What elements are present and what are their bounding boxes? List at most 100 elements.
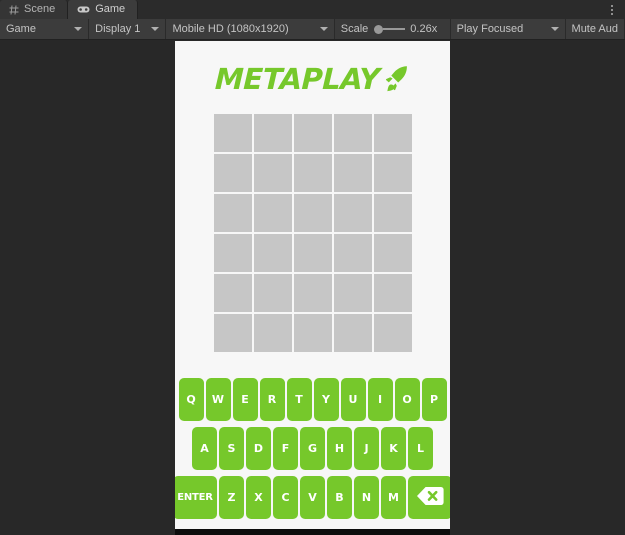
- key-label: G: [307, 442, 318, 455]
- grid-cell: [333, 194, 372, 232]
- keyboard-row: ASD F G H J K L: [192, 427, 433, 470]
- key-enter[interactable]: ENTER: [175, 476, 217, 519]
- key-label: O: [402, 393, 412, 406]
- grid-icon: [9, 4, 19, 15]
- metaplay-logo: METAPLAY: [175, 59, 450, 99]
- key-label: E: [241, 393, 249, 406]
- key-j[interactable]: J: [354, 427, 379, 470]
- key-f[interactable]: F: [273, 427, 298, 470]
- grid-cell: [333, 114, 372, 152]
- chevron-down-icon: [550, 27, 559, 31]
- grid-cell: [213, 234, 252, 272]
- key-label: M: [388, 491, 399, 504]
- chevron-down-icon: [74, 27, 83, 31]
- key-h[interactable]: H: [327, 427, 352, 470]
- view-mode-dropdown[interactable]: Game: [0, 19, 90, 39]
- rocket-icon: [382, 64, 410, 99]
- key-label: F: [281, 442, 290, 455]
- key-i[interactable]: I: [367, 378, 393, 421]
- grid-cell: [213, 154, 252, 192]
- grid-cell: [253, 194, 292, 232]
- key-z[interactable]: Z: [219, 476, 244, 519]
- key-label: L: [416, 442, 424, 455]
- on-screen-keyboard: Q W E R T Y U I O P A S D F G H J K L ENTER Z X C V B N M: [175, 378, 450, 519]
- scale-slider-track[interactable]: [383, 28, 406, 30]
- scale-value: 0.26x: [410, 23, 438, 35]
- key-g[interactable]: G: [300, 427, 325, 470]
- mute-audio-label: Mute Aud: [571, 22, 619, 35]
- key-label: U: [348, 393, 358, 406]
- grid-cell: [293, 194, 332, 232]
- key-w[interactable]: W: [205, 378, 231, 421]
- key-x[interactable]: X: [246, 476, 271, 519]
- tab-scene[interactable]: Scene: [0, 0, 69, 19]
- keyboard-row: QW ERT Y U I O P: [178, 378, 447, 421]
- unity-editor-window: Scene Game Game Display 1 Mobile HD (108…: [0, 0, 625, 535]
- key-p[interactable]: P: [421, 378, 447, 421]
- key-l[interactable]: L: [408, 427, 433, 470]
- mute-audio-toggle[interactable]: Mute Aud: [565, 19, 625, 39]
- key-label: J: [364, 442, 369, 455]
- scale-control[interactable]: Scale 0.26x: [334, 19, 451, 39]
- chevron-down-icon: [151, 27, 160, 31]
- key-label: H: [334, 442, 345, 455]
- grid-cell: [373, 194, 412, 232]
- gamepad-icon: [77, 5, 90, 14]
- play-mode-dropdown[interactable]: Play Focused: [450, 19, 566, 39]
- key-label: P: [429, 393, 439, 406]
- grid-cell: [373, 154, 412, 192]
- keyboard-row: ENTER Z X C V B N M: [175, 476, 450, 519]
- grid-cell: [373, 314, 412, 352]
- scale-slider[interactable]: 0.26x: [374, 23, 443, 35]
- key-c[interactable]: C: [273, 476, 298, 519]
- grid-cell: [333, 274, 372, 312]
- game-view-toolbar: Game Display 1 Mobile HD (1080x1920) Sca…: [0, 19, 625, 40]
- key-a[interactable]: A: [192, 427, 217, 470]
- key-m[interactable]: M: [381, 476, 406, 519]
- key-label: A: [200, 442, 209, 455]
- grid-cell: [333, 154, 372, 192]
- display-value: Display 1: [95, 22, 141, 35]
- key-s[interactable]: S: [219, 427, 244, 470]
- key-e[interactable]: E: [232, 378, 258, 421]
- backspace-icon: [416, 486, 444, 509]
- key-label: V: [308, 491, 317, 504]
- key-label: ENTER: [177, 492, 213, 503]
- display-dropdown[interactable]: Display 1: [89, 19, 167, 39]
- key-label: W: [211, 393, 225, 406]
- key-u[interactable]: U: [340, 378, 366, 421]
- key-label: Y: [322, 393, 330, 406]
- game-viewport[interactable]: METAPLAY Q W E R T Y U I O P A S D F G H J K L ENTER Z X C V B N M: [175, 41, 450, 529]
- key-backspace[interactable]: [408, 476, 450, 519]
- key-k[interactable]: K: [381, 427, 406, 470]
- key-label: X: [254, 491, 263, 504]
- grid-cell: [333, 314, 372, 352]
- chevron-down-icon: [319, 27, 328, 31]
- grid-cell: [293, 114, 332, 152]
- key-o[interactable]: O: [394, 378, 420, 421]
- key-label: T: [295, 393, 303, 406]
- key-y[interactable]: Y: [313, 378, 339, 421]
- key-r[interactable]: R: [259, 378, 285, 421]
- key-label: K: [389, 442, 398, 455]
- key-label: D: [253, 442, 264, 455]
- grid-cell: [253, 274, 292, 312]
- grid-cell: [293, 234, 332, 272]
- key-label: I: [377, 393, 383, 406]
- key-label: Z: [227, 491, 236, 504]
- key-t[interactable]: T: [286, 378, 312, 421]
- key-n[interactable]: N: [354, 476, 379, 519]
- key-b[interactable]: B: [327, 476, 352, 519]
- resolution-value: Mobile HD (1080x1920): [172, 22, 289, 35]
- scale-slider-handle[interactable]: [374, 24, 384, 34]
- grid-cell: [333, 234, 372, 272]
- key-q[interactable]: Q: [178, 378, 204, 421]
- key-d[interactable]: D: [246, 427, 271, 470]
- viewport-bottom-strip: [175, 529, 450, 535]
- key-label: C: [281, 491, 290, 504]
- resolution-dropdown[interactable]: Mobile HD (1080x1920): [166, 19, 335, 39]
- key-v[interactable]: V: [300, 476, 325, 519]
- kebab-menu-icon[interactable]: [605, 2, 619, 17]
- tab-game[interactable]: Game: [68, 0, 139, 19]
- grid-cell: [253, 114, 292, 152]
